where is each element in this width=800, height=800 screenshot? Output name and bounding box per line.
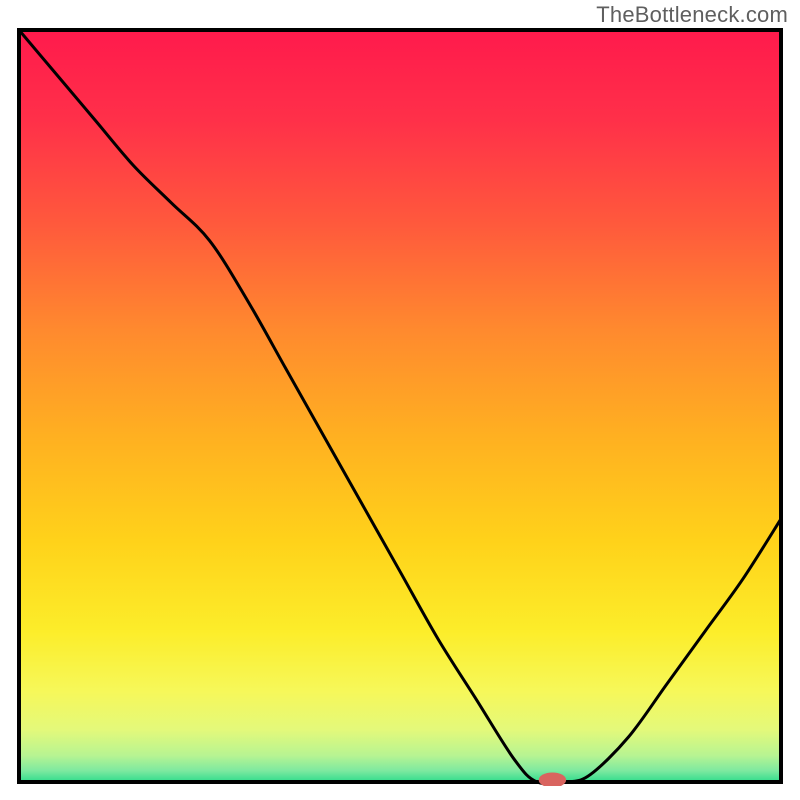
bottleneck-curve-plot [15,26,785,786]
gradient-background [19,30,781,782]
chart-svg [15,26,785,786]
watermark-text: TheBottleneck.com [596,2,788,28]
chart-container: { "watermark": "TheBottleneck.com", "cha… [0,0,800,800]
